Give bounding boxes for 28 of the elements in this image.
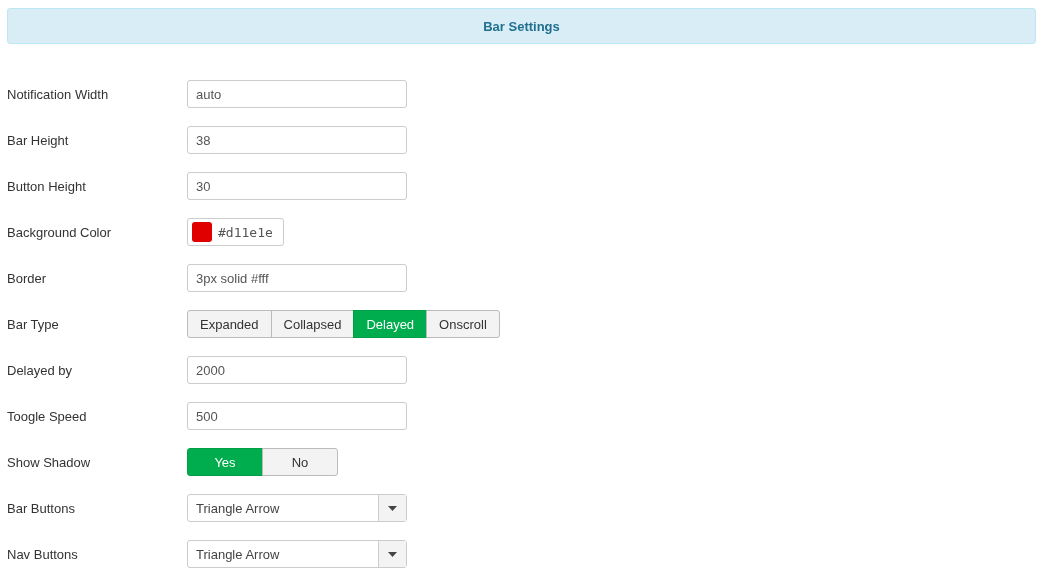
field-label: Bar Height (7, 132, 70, 148)
field-label: Nav Buttons (7, 546, 79, 562)
toggle-option[interactable]: Expanded (187, 310, 272, 338)
field-label: Button Height (7, 178, 87, 194)
toggle-option[interactable]: No (262, 448, 338, 476)
input-field[interactable]: 500 (187, 402, 407, 430)
input-field[interactable]: 2000 (187, 356, 407, 384)
field-label: Bar Buttons (7, 500, 76, 516)
input-field[interactable]: 3px solid #fff (187, 264, 407, 292)
caret-icon (388, 505, 397, 511)
field-label: Bar Type (7, 316, 60, 332)
field-label: Show Shadow (7, 454, 92, 470)
color-swatch[interactable] (192, 222, 212, 242)
dropdown[interactable]: Triangle Arrow (187, 494, 407, 522)
input-field[interactable]: auto (187, 80, 407, 108)
field-label: Border (7, 270, 48, 286)
color-field[interactable]: #d11e1e (187, 218, 284, 246)
caret-icon (388, 551, 397, 557)
input-field[interactable]: 38 (187, 126, 407, 154)
field-label: Delayed by (7, 362, 74, 378)
field-label: Notification Width (7, 86, 110, 102)
input-field[interactable]: 30 (187, 172, 407, 200)
dropdown[interactable]: Triangle Arrow (187, 540, 407, 568)
toggle-option[interactable]: Collapsed (270, 310, 355, 338)
field-label: Toogle Speed (7, 408, 88, 424)
section-header: Bar Settings (7, 8, 1036, 44)
toggle-option[interactable]: Onscroll (426, 310, 500, 338)
field-label: Background Color (7, 224, 113, 240)
